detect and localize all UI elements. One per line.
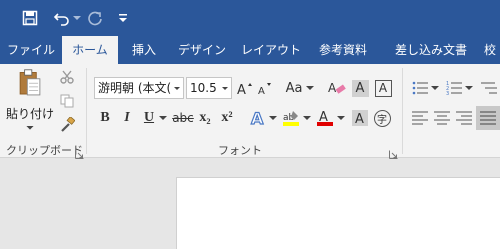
superscript-button[interactable]: x² (218, 108, 236, 128)
tab-home[interactable]: ホーム (62, 36, 118, 64)
svg-text:A: A (251, 109, 264, 127)
paste-label: 貼り付け (6, 106, 55, 121)
font-size-value: 10.5 (190, 81, 217, 95)
font-size-dropdown-icon (219, 78, 231, 98)
numbering-dropdown-icon[interactable] (464, 78, 474, 98)
character-border-icon[interactable]: A (373, 78, 393, 98)
strikethrough-button[interactable]: abc (172, 108, 194, 128)
character-shading-label: A (351, 79, 369, 97)
document-page[interactable] (176, 177, 500, 249)
font-launcher-icon[interactable] (389, 144, 398, 159)
tab-insert[interactable]: 挿入 (122, 36, 166, 64)
font-size-combo[interactable]: 10.5 (186, 77, 232, 99)
title-bar (0, 0, 500, 36)
save-icon[interactable] (18, 6, 42, 30)
group-separator (86, 68, 87, 154)
bullets-dropdown-icon[interactable] (430, 78, 440, 98)
italic-button[interactable]: I (118, 108, 136, 128)
copy-icon[interactable] (58, 92, 76, 110)
font-color-icon[interactable]: A (314, 108, 336, 128)
redo-icon[interactable] (84, 6, 106, 30)
tab-references[interactable]: 参考資料 (312, 36, 374, 64)
font-color-dropdown-icon[interactable] (336, 108, 346, 128)
multilevel-list-icon[interactable] (478, 78, 500, 98)
underline-button[interactable]: U (140, 108, 158, 128)
enclose-characters-label: 字 (373, 109, 391, 127)
clipboard-group-label: クリップボード (6, 144, 83, 157)
ribbon-tabs: ファイル ホーム 挿入 デザイン レイアウト 参考資料 差し込み文書 校 (0, 36, 500, 64)
tab-layout[interactable]: レイアウト (238, 36, 304, 64)
change-case-button[interactable]: Aa (282, 78, 318, 98)
align-left-icon[interactable] (410, 108, 430, 128)
svg-text:3: 3 (446, 91, 449, 96)
group-separator (402, 68, 403, 154)
align-center-icon[interactable] (432, 108, 452, 128)
tab-file[interactable]: ファイル (2, 36, 60, 64)
document-area (0, 159, 500, 249)
shrink-font-icon[interactable]: A (256, 78, 274, 98)
tab-design[interactable]: デザイン (174, 36, 230, 64)
subscript-button[interactable]: x₂ (196, 108, 214, 128)
character-shading-icon[interactable]: A (350, 78, 370, 98)
tab-mailings[interactable]: 差し込み文書 (386, 36, 476, 64)
grow-font-icon[interactable]: A (236, 78, 254, 98)
text-effects-icon[interactable]: A (248, 108, 268, 128)
change-case-dropdown-icon (306, 85, 315, 90)
numbering-icon[interactable]: 123 (444, 78, 464, 98)
highlight-dropdown-icon[interactable] (302, 108, 312, 128)
bold-button[interactable]: B (96, 108, 114, 128)
svg-text:A: A (258, 86, 265, 96)
tab-review[interactable]: 校 (484, 36, 500, 64)
clear-formatting-icon[interactable]: A (326, 78, 348, 98)
ribbon: 貼り付け クリップボード 游明朝 (本文( 10.5 A A Aa A A A … (0, 64, 500, 159)
undo-icon[interactable] (50, 6, 74, 30)
highlight-color-icon[interactable]: ab (280, 108, 302, 128)
font-group-label: フォント (218, 144, 262, 157)
bullets-icon[interactable] (410, 78, 430, 98)
undo-dropdown-icon[interactable] (72, 6, 82, 30)
underline-dropdown-icon[interactable] (158, 108, 168, 128)
paste-dropdown-icon (26, 125, 34, 130)
svg-text:A: A (355, 112, 364, 127)
change-case-label: Aa (285, 80, 303, 96)
cut-icon[interactable] (58, 68, 76, 86)
enclose-characters-icon[interactable]: 字 (372, 108, 392, 128)
svg-text:A: A (328, 81, 337, 95)
align-right-icon[interactable] (454, 108, 474, 128)
customize-quick-access-icon[interactable] (116, 6, 130, 30)
character-shading-2-icon[interactable]: A (350, 108, 370, 128)
character-border-label: A (374, 79, 392, 97)
clipboard-launcher-icon[interactable] (75, 144, 84, 159)
paste-icon (19, 69, 41, 96)
font-name-combo[interactable]: 游明朝 (本文( (94, 77, 184, 99)
format-painter-icon[interactable] (58, 116, 76, 134)
paste-button[interactable]: 貼り付け (6, 68, 54, 130)
text-effects-dropdown-icon[interactable] (268, 108, 278, 128)
font-name-dropdown-icon (171, 78, 183, 98)
justify-icon[interactable] (476, 106, 500, 130)
font-name-value: 游明朝 (本文( (98, 81, 172, 95)
svg-text:A: A (237, 83, 246, 96)
